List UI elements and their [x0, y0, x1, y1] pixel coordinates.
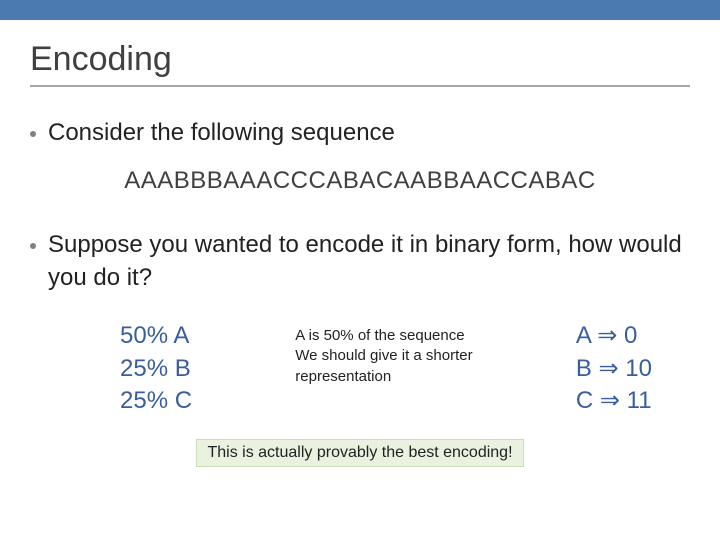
sequence-text: AAABBBAAACCCABACAABBAACCABAC [30, 167, 690, 195]
arrow-icon: ⇒ [600, 387, 620, 414]
best-encoding-callout: This is actually provably the best encod… [196, 439, 523, 467]
bullet-2-text: Suppose you wanted to encode it in binar… [48, 229, 690, 294]
note-l1: A is 50% of the sequence [295, 326, 472, 346]
title-rule [30, 85, 690, 87]
code-a: A ⇒ 0 [576, 320, 652, 352]
header-bar [0, 0, 720, 20]
bullet-1: Consider the following sequence [30, 117, 690, 149]
columns: 50% A 25% B 25% C A is 50% of the sequen… [120, 320, 680, 417]
freq-c: 25% C [120, 385, 192, 417]
slide-title: Encoding [30, 40, 690, 79]
code-b-val: 10 [625, 355, 652, 382]
code-b-sym: B [576, 355, 592, 382]
explanation-note: A is 50% of the sequence We should give … [295, 326, 472, 387]
code-mapping: A ⇒ 0 B ⇒ 10 C ⇒ 11 [576, 320, 652, 417]
bullet-dot-icon [30, 131, 36, 137]
code-a-val: 0 [624, 322, 637, 349]
code-c: C ⇒ 11 [576, 385, 652, 417]
code-b: B ⇒ 10 [576, 353, 652, 385]
freq-b: 25% B [120, 353, 192, 385]
bullet-2: Suppose you wanted to encode it in binar… [30, 229, 690, 294]
code-c-val: 11 [627, 387, 652, 414]
freq-a: 50% A [120, 320, 192, 352]
code-c-sym: C [576, 387, 593, 414]
slide: Encoding Consider the following sequence… [0, 0, 720, 540]
code-a-sym: A [576, 322, 591, 349]
note-l2: We should give it a shorter [295, 346, 472, 366]
frequency-list: 50% A 25% B 25% C [120, 320, 192, 417]
arrow-icon: ⇒ [599, 355, 619, 382]
bullet-dot-icon [30, 243, 36, 249]
note-l3: representation [295, 367, 472, 387]
slide-content: Encoding Consider the following sequence… [0, 20, 720, 467]
bullet-1-text: Consider the following sequence [48, 117, 395, 149]
arrow-icon: ⇒ [597, 322, 617, 349]
